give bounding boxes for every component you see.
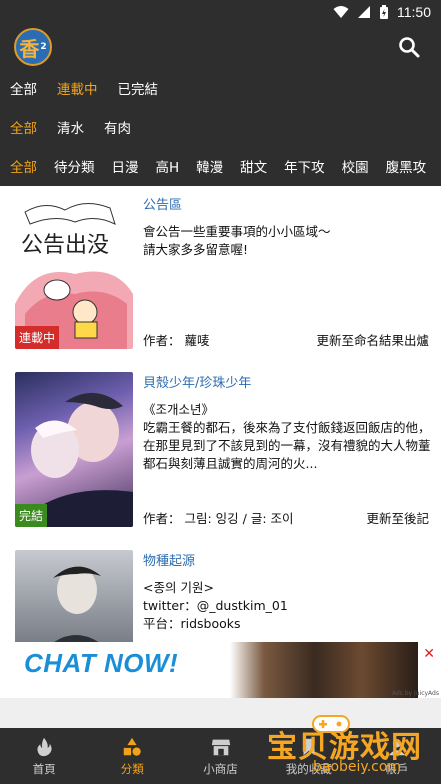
ad-banner[interactable]: CHAT NOW! ✕ Ads by JuicyAds [0,642,441,698]
tab-category[interactable]: 分類 [88,728,176,784]
filter-status-all[interactable]: 全部 [10,78,37,98]
bookmark-icon [303,738,315,755]
comic-author: 作者： 그림: 잉깅 / 글: 조이 [143,511,294,526]
status-badge: 連載中 [15,326,60,349]
tab-account[interactable]: 帳戶 [353,728,441,784]
store-icon [211,739,230,755]
comic-info: 公告區 會公告一些重要事項的小小區域～ 請大家多多留意喔! 作者： 蘿唛 更新至… [143,194,433,349]
tab-home[interactable]: 首頁 [0,728,88,784]
logo-sup: 2 [40,42,47,52]
filter-genre-unsorted[interactable]: 待分類 [54,156,95,176]
app-logo[interactable]: 香2 [14,28,52,66]
comic-meta: 作者： 蘿唛 更新至命名結果出爐 [143,330,429,349]
comic-info: 貝殼少年/珍珠少年 《조개소년》 吃霸王餐的都石，後來為了支付飯錢返回飯店的他，… [143,372,433,527]
user-icon [388,738,406,755]
cover-image[interactable] [15,550,133,642]
filter-status-ongoing[interactable]: 連載中 [57,78,98,98]
svg-text:公告出没: 公告出没 [21,233,109,258]
filter-genre-younger-top[interactable]: 年下攻 [284,156,325,176]
status-badge: 完結 [15,504,48,527]
cover-image[interactable]: 完結 [15,372,133,527]
comic-update: 更新至後記 [366,511,429,526]
comic-category[interactable]: 貝殼少年/珍珠少年 [143,372,433,391]
wifi-icon [333,6,349,18]
filter-genre-high-h[interactable]: 高H [156,156,180,176]
genre-filter: 全部 待分類 日漫 高H 韓漫 甜文 年下攻 校園 腹黑攻 [0,146,441,185]
filter-content-all[interactable]: 全部 [10,117,37,137]
tab-label: 小商店 [203,761,238,776]
ad-image [230,642,418,698]
status-bar: 11:50 [0,0,441,26]
tab-label: 帳戶 [385,761,409,776]
filter-status-finished[interactable]: 已完結 [118,78,159,98]
signal-icon [358,6,370,18]
battery-icon [380,4,388,19]
comic-info: 物種起源 <종의 기원> twitter：@_dustkim_01 平台：rid… [143,550,433,642]
list-item[interactable]: 公告出没 連載中 公告區 會公告一些重要事項的小小區域～ 請大家多多留意喔! 作… [0,186,441,349]
list-item[interactable]: 完結 貝殼少年/珍珠少年 《조개소년》 吃霸王餐的都石，後來為了支付飯錢返回飯店… [0,364,441,527]
search-icon[interactable] [397,35,421,59]
comic-description: <종의 기원> twitter：@_dustkim_01 平台：ridsbook… [143,580,288,642]
filter-genre-japanese[interactable]: 日漫 [112,156,139,176]
filter-content-clean[interactable]: 清水 [57,117,84,137]
tab-label: 我的收藏 [285,761,332,776]
flame-icon [37,737,52,756]
comic-meta: 作者： 그림: 잉깅 / 글: 조이 更新至後記 [143,508,429,527]
ad-credit: Ads by JuicyAds [391,690,439,697]
tab-shop[interactable]: 小商店 [176,728,264,784]
tab-label: 首頁 [32,761,56,776]
comic-list[interactable]: 公告出没 連載中 公告區 會公告一些重要事項的小小區域～ 請大家多多留意喔! 作… [0,186,441,642]
tab-favorites[interactable]: 我的收藏 [265,728,353,784]
logo-char: 香 [19,36,40,61]
list-item[interactable]: 物種起源 <종의 기원> twitter：@_dustkim_01 平台：rid… [0,542,441,642]
clock: 11:50 [397,4,431,20]
close-icon[interactable]: ✕ [423,646,435,662]
shapes-icon [124,737,142,756]
cover-image[interactable]: 公告出没 連載中 [15,194,133,349]
filter-genre-campus[interactable]: 校園 [342,156,369,176]
comic-description: 會公告一些重要事項的小小區域～ 請大家多多留意喔! [143,224,331,257]
comic-author: 作者： 蘿唛 [143,333,210,348]
filter-genre-korean[interactable]: 韓漫 [196,156,223,176]
bottom-tab-bar: 首頁 分類 小商店 我的收藏 帳戶 [0,728,441,784]
filter-genre-all[interactable]: 全部 [10,156,37,176]
ad-title: CHAT NOW! [24,648,179,678]
filter-panel: 全部 連載中 已完結 全部 清水 有肉 全部 待分類 日漫 高H 韓漫 甜文 年… [0,68,441,186]
tab-label: 分類 [120,761,144,776]
comic-category[interactable]: 公告區 [143,194,433,213]
cover-art [53,566,101,642]
content-filter: 全部 清水 有肉 [0,107,441,146]
comic-update: 更新至命名結果出爐 [316,333,429,348]
filter-content-adult[interactable]: 有肉 [104,117,131,137]
filter-genre-sweet[interactable]: 甜文 [240,156,267,176]
status-filter: 全部 連載中 已完結 [0,68,441,107]
comic-description: 《조개소년》 吃霸王餐的都石，後來為了支付飯錢返回飯店的他，在那里見到了不該見到… [143,402,431,471]
ad-spacer [0,698,441,728]
filter-genre-scheming-top[interactable]: 腹黑攻 [386,156,427,176]
comic-category[interactable]: 物種起源 [143,550,433,569]
app-bar: 香2 [0,26,441,68]
